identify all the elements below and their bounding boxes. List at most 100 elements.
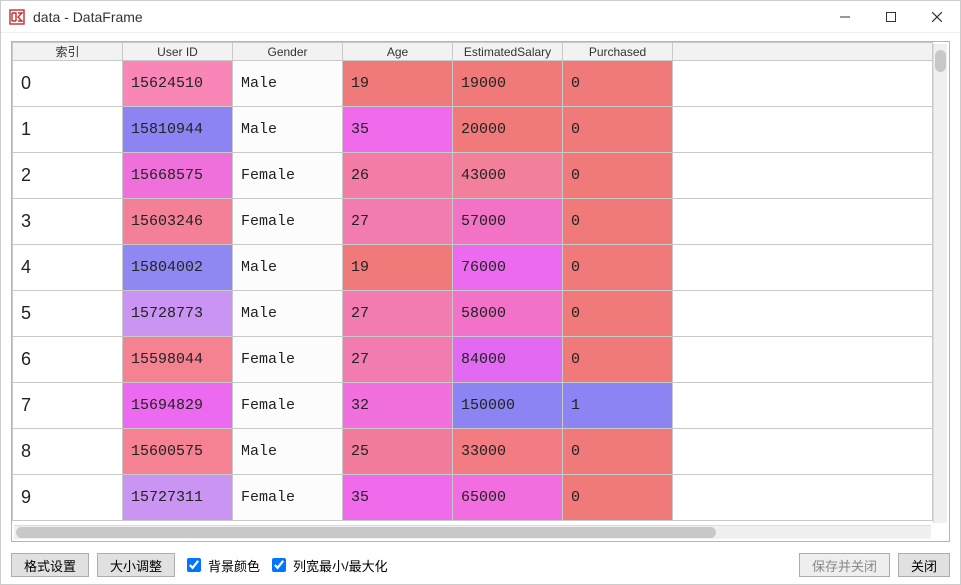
table-cell[interactable]: 0 [563,337,673,383]
vertical-scrollbar[interactable] [933,44,947,523]
table-cell-empty [673,383,933,429]
table-cell[interactable]: 84000 [453,337,563,383]
table-cell[interactable]: 27 [343,291,453,337]
resize-button[interactable]: 大小调整 [97,553,175,577]
table-cell[interactable]: 8 [13,429,123,475]
column-header[interactable]: Purchased [563,43,673,61]
table-cell[interactable]: 9 [13,475,123,521]
table-cell[interactable]: 7 [13,383,123,429]
table-cell[interactable]: 32 [343,383,453,429]
column-width-checkbox-label: 列宽最小/最大化 [293,556,388,575]
table-cell[interactable]: 19000 [453,61,563,107]
table-cell[interactable]: 0 [563,61,673,107]
table-cell[interactable]: 0 [563,245,673,291]
table-cell[interactable]: 15603246 [123,199,233,245]
format-settings-button[interactable]: 格式设置 [11,553,89,577]
table-cell[interactable]: 0 [563,199,673,245]
table-cell[interactable]: Male [233,291,343,337]
table-cell[interactable]: 15810944 [123,107,233,153]
table-cell[interactable]: 0 [563,153,673,199]
background-color-checkbox[interactable]: 背景颜色 [183,555,260,575]
table-cell[interactable]: 2 [13,153,123,199]
table-cell[interactable]: Female [233,337,343,383]
table-cell[interactable]: 19 [343,245,453,291]
table-cell[interactable]: 150000 [453,383,563,429]
table-cell[interactable]: Female [233,199,343,245]
table-cell[interactable]: Female [233,153,343,199]
table-row[interactable]: 915727311Female35650000 [13,475,933,521]
table-cell[interactable]: Male [233,61,343,107]
table-row[interactable]: 615598044Female27840000 [13,337,933,383]
table-cell[interactable]: 15727311 [123,475,233,521]
table-row[interactable]: 415804002Male19760000 [13,245,933,291]
horizontal-scrollbar[interactable] [14,525,931,539]
table-row[interactable]: 315603246Female27570000 [13,199,933,245]
column-width-checkbox-input[interactable] [272,558,286,572]
table-row[interactable]: 715694829Female321500001 [13,383,933,429]
table-cell[interactable]: 0 [563,291,673,337]
table-cell[interactable]: 27 [343,337,453,383]
table-row[interactable]: 815600575Male25330000 [13,429,933,475]
table-cell[interactable]: 15624510 [123,61,233,107]
column-header[interactable]: User ID [123,43,233,61]
column-header[interactable]: Age [343,43,453,61]
table-cell[interactable]: 1 [563,383,673,429]
table-cell[interactable]: 57000 [453,199,563,245]
column-header-empty [673,43,933,61]
table-cell[interactable]: Male [233,107,343,153]
table-cell[interactable]: 0 [563,429,673,475]
index-column-header[interactable]: 索引 [13,43,123,61]
table-cell[interactable]: Female [233,475,343,521]
table-cell[interactable]: 4 [13,245,123,291]
table-cell[interactable]: 15600575 [123,429,233,475]
table-row[interactable]: 015624510Male19190000 [13,61,933,107]
table-cell[interactable]: 15668575 [123,153,233,199]
table-row[interactable]: 115810944Male35200000 [13,107,933,153]
table-cell[interactable]: 26 [343,153,453,199]
column-header[interactable]: Gender [233,43,343,61]
table-cell[interactable]: 15728773 [123,291,233,337]
titlebar[interactable]: data - DataFrame [1,1,960,33]
save-close-button[interactable]: 保存并关闭 [799,553,890,577]
dataframe-grid: 索引 User ID Gender Age EstimatedSalary Pu… [11,41,950,542]
table-row[interactable]: 515728773Male27580000 [13,291,933,337]
table-cell[interactable]: 25 [343,429,453,475]
table-cell[interactable]: 0 [563,107,673,153]
table-cell[interactable]: 43000 [453,153,563,199]
table-cell[interactable]: Male [233,245,343,291]
table-cell[interactable]: 76000 [453,245,563,291]
table-cell[interactable]: 19 [343,61,453,107]
table-cell[interactable]: 15598044 [123,337,233,383]
table-cell[interactable]: 3 [13,199,123,245]
table-cell-empty [673,429,933,475]
table-cell[interactable]: 35 [343,107,453,153]
column-header[interactable]: EstimatedSalary [453,43,563,61]
table-cell[interactable]: 15804002 [123,245,233,291]
horizontal-scrollbar-thumb[interactable] [16,527,716,538]
table-cell[interactable]: 65000 [453,475,563,521]
minimize-button[interactable] [822,1,868,33]
grid-scroll-viewport[interactable]: 索引 User ID Gender Age EstimatedSalary Pu… [12,42,949,541]
table-row[interactable]: 215668575Female26430000 [13,153,933,199]
table-cell[interactable]: Female [233,383,343,429]
table-cell[interactable]: 58000 [453,291,563,337]
table-cell[interactable]: 5 [13,291,123,337]
app-icon [9,9,25,25]
background-color-checkbox-input[interactable] [187,558,201,572]
table-cell[interactable]: 15694829 [123,383,233,429]
maximize-button[interactable] [868,1,914,33]
table-cell[interactable]: 0 [563,475,673,521]
table-cell[interactable]: 0 [13,61,123,107]
table-cell[interactable]: 33000 [453,429,563,475]
close-window-button[interactable] [914,1,960,33]
vertical-scrollbar-thumb[interactable] [935,50,946,72]
table-cell[interactable]: 35 [343,475,453,521]
table-cell[interactable]: 6 [13,337,123,383]
dataframe-table: 索引 User ID Gender Age EstimatedSalary Pu… [12,42,933,521]
close-button[interactable]: 关闭 [898,553,950,577]
table-cell[interactable]: Male [233,429,343,475]
table-cell[interactable]: 1 [13,107,123,153]
table-cell[interactable]: 27 [343,199,453,245]
column-width-checkbox[interactable]: 列宽最小/最大化 [268,555,388,575]
table-cell[interactable]: 20000 [453,107,563,153]
